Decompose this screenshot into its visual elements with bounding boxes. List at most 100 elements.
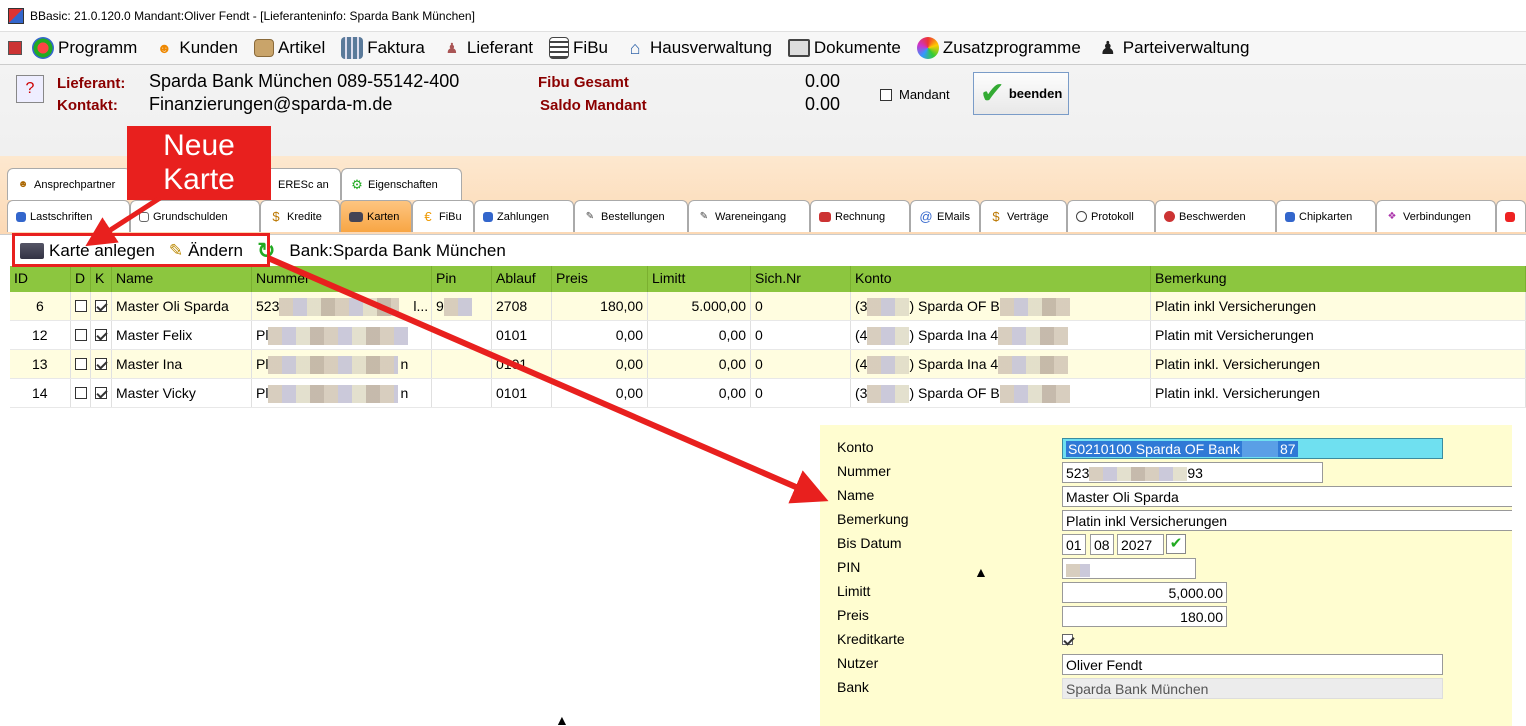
tab-beschwerden[interactable]: Beschwerden bbox=[1155, 200, 1276, 232]
cell-pin bbox=[432, 321, 492, 349]
tab-overflow[interactable] bbox=[1496, 200, 1526, 232]
menu-lieferant[interactable]: ♟ Lieferant bbox=[441, 37, 533, 59]
table-row[interactable]: 6 Master Oli Sparda 523 l... 9 2708 180,0… bbox=[10, 292, 1526, 321]
tab-karten[interactable]: Karten bbox=[340, 200, 412, 232]
tab-fibu[interactable]: € FiBu bbox=[412, 200, 474, 232]
menu-programm[interactable]: Programm bbox=[32, 37, 137, 59]
grundschuld-icon bbox=[139, 211, 149, 222]
table-row[interactable]: 14 Master Vicky Pl n 0101 0,00 0,00 0 (3)… bbox=[10, 379, 1526, 408]
nutzer-field[interactable]: Oliver Fendt bbox=[1062, 654, 1443, 675]
bis-datum-year[interactable]: 2027 bbox=[1117, 534, 1164, 555]
cell-limitt: 0,00 bbox=[648, 379, 751, 407]
tab-eigenschaften[interactable]: ⚙ Eigenschaften bbox=[341, 168, 462, 200]
table-row[interactable]: 13 Master Ina Pl n 0101 0,00 0,00 0 (4) S… bbox=[10, 350, 1526, 379]
tab-chipkarten[interactable]: Chipkarten bbox=[1276, 200, 1376, 232]
tab-label: Wareneingang bbox=[715, 210, 787, 223]
tab-vertraege[interactable]: $ Verträge bbox=[980, 200, 1067, 232]
col-sichnr[interactable]: Sich.Nr bbox=[751, 266, 851, 292]
menu-dokumente[interactable]: Dokumente bbox=[787, 38, 901, 58]
col-limitt[interactable]: Limitt bbox=[648, 266, 751, 292]
col-k[interactable]: K bbox=[91, 266, 112, 292]
beenden-button[interactable]: ✔ beenden bbox=[973, 72, 1069, 115]
col-preis[interactable]: Preis bbox=[552, 266, 648, 292]
redacted-block bbox=[443, 298, 472, 317]
menu-faktura[interactable]: Faktura bbox=[341, 37, 425, 59]
menu-fibu[interactable]: FiBu bbox=[549, 37, 608, 59]
payment-icon bbox=[483, 211, 493, 222]
bis-datum-day[interactable]: 01 bbox=[1062, 534, 1086, 555]
box-icon bbox=[253, 39, 274, 57]
bemerkung-field[interactable]: Platin inkl Versicherungen bbox=[1062, 510, 1512, 531]
pin-field[interactable] bbox=[1062, 558, 1196, 579]
tab-ansprechpartner[interactable]: ☻ Ansprechpartner bbox=[7, 168, 131, 200]
tab-protokoll[interactable]: Protokoll bbox=[1067, 200, 1155, 232]
mandant-label: Mandant bbox=[899, 87, 950, 102]
col-konto[interactable]: Konto bbox=[851, 266, 1151, 292]
mandant-checkbox-group[interactable]: Mandant bbox=[880, 87, 950, 102]
callout-line-1: Neue bbox=[163, 129, 235, 162]
cell-name: Master Vicky bbox=[112, 379, 252, 407]
menu-artikel[interactable]: Artikel bbox=[253, 38, 325, 58]
cell-preis: 0,00 bbox=[552, 350, 648, 378]
cell-k[interactable] bbox=[91, 350, 112, 378]
puzzle-icon bbox=[916, 37, 939, 59]
nummer-suffix: l... bbox=[413, 298, 429, 314]
kreditkarte-checkbox[interactable] bbox=[1062, 634, 1073, 645]
redacted-block bbox=[268, 385, 399, 404]
system-menu-icon[interactable] bbox=[8, 41, 22, 55]
checkbox-k[interactable] bbox=[95, 329, 107, 341]
cell-k[interactable] bbox=[91, 292, 112, 320]
tab-zahlungen[interactable]: Zahlungen bbox=[474, 200, 574, 232]
name-field[interactable]: Master Oli Sparda bbox=[1062, 486, 1512, 507]
calendar-icon[interactable]: ✔ bbox=[1166, 534, 1186, 554]
cell-k[interactable] bbox=[91, 321, 112, 349]
at-icon: @ bbox=[919, 209, 933, 224]
menu-bar: Programm ☻ Kunden Artikel Faktura ♟ Lief… bbox=[0, 32, 1526, 64]
checkbox-k[interactable] bbox=[95, 358, 107, 370]
cell-d[interactable] bbox=[71, 379, 91, 407]
cell-d[interactable] bbox=[71, 321, 91, 349]
cell-ablauf: 0101 bbox=[492, 321, 552, 349]
checkbox-d[interactable] bbox=[75, 358, 87, 370]
cell-d[interactable] bbox=[71, 292, 91, 320]
preis-field[interactable]: 180.00 bbox=[1062, 606, 1227, 627]
bis-datum-month[interactable]: 08 bbox=[1090, 534, 1114, 555]
checkbox-k[interactable] bbox=[95, 387, 107, 399]
col-name[interactable]: Name bbox=[112, 266, 252, 292]
kreditkarte-label: Kreditkarte bbox=[837, 631, 905, 647]
tab-grundschulden[interactable]: Grundschulden bbox=[130, 200, 260, 232]
cell-konto: (4) Sparda Ina 4 bbox=[851, 350, 1151, 378]
mouse-cursor-icon: ▲ bbox=[974, 564, 988, 580]
checkbox-d[interactable] bbox=[75, 300, 87, 312]
checkbox-k[interactable] bbox=[95, 300, 107, 312]
limitt-field[interactable]: 5,000.00 bbox=[1062, 582, 1227, 603]
col-ablauf[interactable]: Ablauf bbox=[492, 266, 552, 292]
nummer-field[interactable]: 523 93 bbox=[1062, 462, 1323, 483]
col-nummer[interactable]: Nummer bbox=[252, 266, 432, 292]
tab-verbindungen[interactable]: ❖ Verbindungen bbox=[1376, 200, 1496, 232]
mandant-checkbox[interactable] bbox=[880, 88, 892, 101]
cell-preis: 0,00 bbox=[552, 321, 648, 349]
table-row[interactable]: 12 Master Felix Pl 0101 0,00 0,00 0 (4) … bbox=[10, 321, 1526, 350]
checkbox-d[interactable] bbox=[75, 329, 87, 341]
menu-zusatzprogramme[interactable]: Zusatzprogramme bbox=[916, 37, 1081, 59]
col-id[interactable]: ID bbox=[10, 266, 71, 292]
konto-field[interactable]: S0210100 Sparda OF Bank 87 bbox=[1062, 438, 1443, 459]
tab-rechnung[interactable]: Rechnung bbox=[810, 200, 910, 232]
col-bemerkung[interactable]: Bemerkung bbox=[1151, 266, 1526, 292]
kontakt-label: Kontakt: bbox=[57, 97, 118, 114]
menu-kunden[interactable]: ☻ Kunden bbox=[153, 37, 238, 59]
tab-kredite[interactable]: $ Kredite bbox=[260, 200, 340, 232]
cell-k[interactable] bbox=[91, 379, 112, 407]
checkbox-d[interactable] bbox=[75, 387, 87, 399]
tab-lastschriften[interactable]: Lastschriften bbox=[7, 200, 130, 232]
tab-bestellungen[interactable]: ✎ Bestellungen bbox=[574, 200, 688, 232]
tab-wareneingang[interactable]: ✎ Wareneingang bbox=[688, 200, 810, 232]
col-d[interactable]: D bbox=[71, 266, 91, 292]
col-pin[interactable]: Pin bbox=[432, 266, 492, 292]
menu-parteiverwaltung[interactable]: ♟ Parteiverwaltung bbox=[1097, 37, 1250, 59]
cell-preis: 0,00 bbox=[552, 379, 648, 407]
cell-d[interactable] bbox=[71, 350, 91, 378]
tab-emails[interactable]: @ EMails bbox=[910, 200, 980, 232]
menu-hausverwaltung[interactable]: ⌂ Hausverwaltung bbox=[624, 37, 772, 59]
